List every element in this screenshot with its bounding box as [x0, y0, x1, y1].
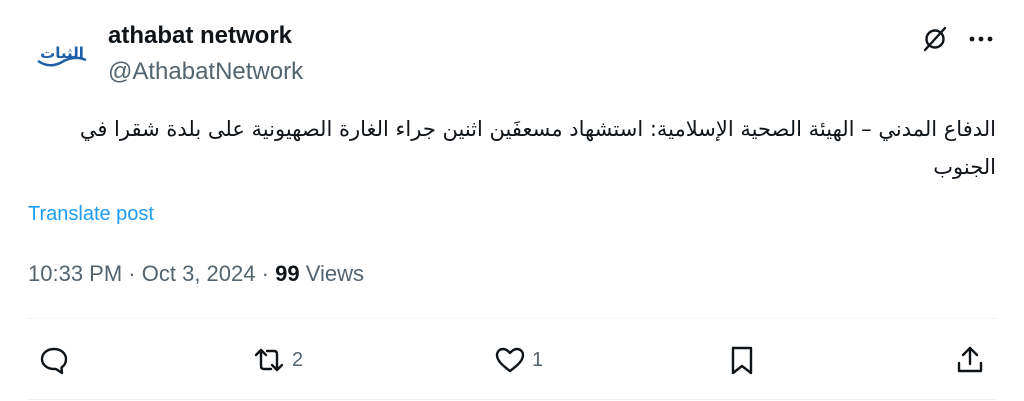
tweet-text: الدفاع المدني – الهيئة الصحية الإسلامية:…: [79, 117, 996, 179]
tweet-date[interactable]: Oct 3, 2024: [142, 261, 256, 286]
like-button[interactable]: 1: [494, 344, 543, 376]
tweet-time[interactable]: 10:33 PM: [28, 261, 122, 286]
views-label[interactable]: Views: [306, 261, 364, 286]
translate-post-link[interactable]: Translate post: [28, 200, 154, 228]
bookmark-icon: [731, 346, 753, 375]
share-icon: [957, 346, 983, 373]
grok-slash-icon[interactable]: [920, 24, 950, 54]
action-bar: 2 1: [28, 336, 996, 386]
repost-count: 2: [292, 348, 304, 371]
tweet-header: الثبات athabat network @AthabatNetwork: [28, 18, 996, 90]
author-display-name[interactable]: athabat network: [108, 18, 303, 54]
avatar-logo: الثبات: [37, 44, 87, 67]
divider: [28, 399, 996, 400]
repost-icon: [254, 348, 284, 372]
avatar-logo-text: الثبات: [40, 44, 84, 62]
author-handle[interactable]: @AthabatNetwork: [108, 54, 303, 90]
meta-separator: ·: [128, 261, 136, 286]
header-actions: [920, 24, 996, 54]
reply-button[interactable]: [38, 344, 70, 376]
avatar[interactable]: الثبات: [28, 22, 96, 90]
divider: [28, 318, 996, 319]
share-button[interactable]: [954, 344, 986, 376]
reply-icon: [40, 347, 68, 375]
author-names: athabat network @AthabatNetwork: [108, 18, 303, 90]
views-count[interactable]: 99: [275, 261, 299, 286]
tweet: الثبات athabat network @AthabatNetwork ا…: [28, 0, 996, 401]
repost-button[interactable]: 2: [252, 344, 303, 376]
meta-separator: ·: [261, 261, 269, 286]
tweet-meta: 10:33 PM · Oct 3, 2024 · 99 Views: [28, 258, 364, 290]
like-count: 1: [532, 348, 544, 371]
more-icon[interactable]: [966, 24, 996, 54]
bookmark-button[interactable]: [726, 344, 758, 376]
heart-icon: [495, 347, 525, 373]
